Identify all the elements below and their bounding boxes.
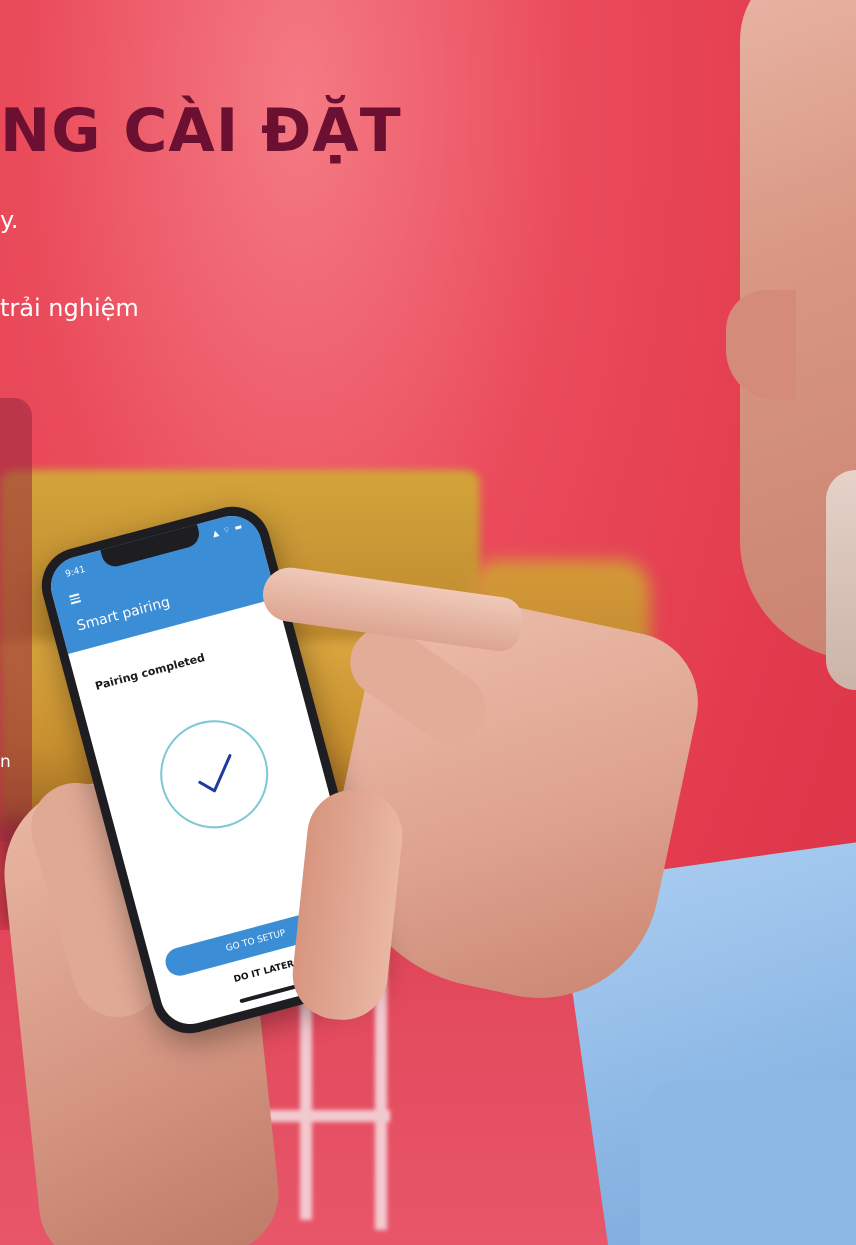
info-card-text: n: [0, 752, 11, 772]
person-shirt: [640, 1080, 856, 1245]
status-icons: ▲ ⌔ ▬: [211, 521, 245, 539]
status-time: 9:41: [64, 564, 87, 580]
app-title: Smart pairing: [75, 594, 172, 635]
success-ring: [148, 708, 281, 841]
checkmark-icon: [198, 754, 232, 793]
person-beard: [826, 470, 856, 690]
hamburger-menu-icon[interactable]: [69, 593, 81, 606]
hero-scene: NG CÀI ĐẶT y. trải nghiệm n 9:41 ▲ ⌔ ▬ S…: [0, 0, 856, 1245]
headline: NG CÀI ĐẶT: [0, 96, 402, 166]
body-text-line-2: trải nghiệm: [0, 294, 139, 322]
person-nose: [726, 290, 796, 400]
pairing-status: Pairing completed: [93, 651, 207, 693]
info-card: [0, 398, 32, 841]
body-text-line-1: y.: [0, 206, 19, 234]
